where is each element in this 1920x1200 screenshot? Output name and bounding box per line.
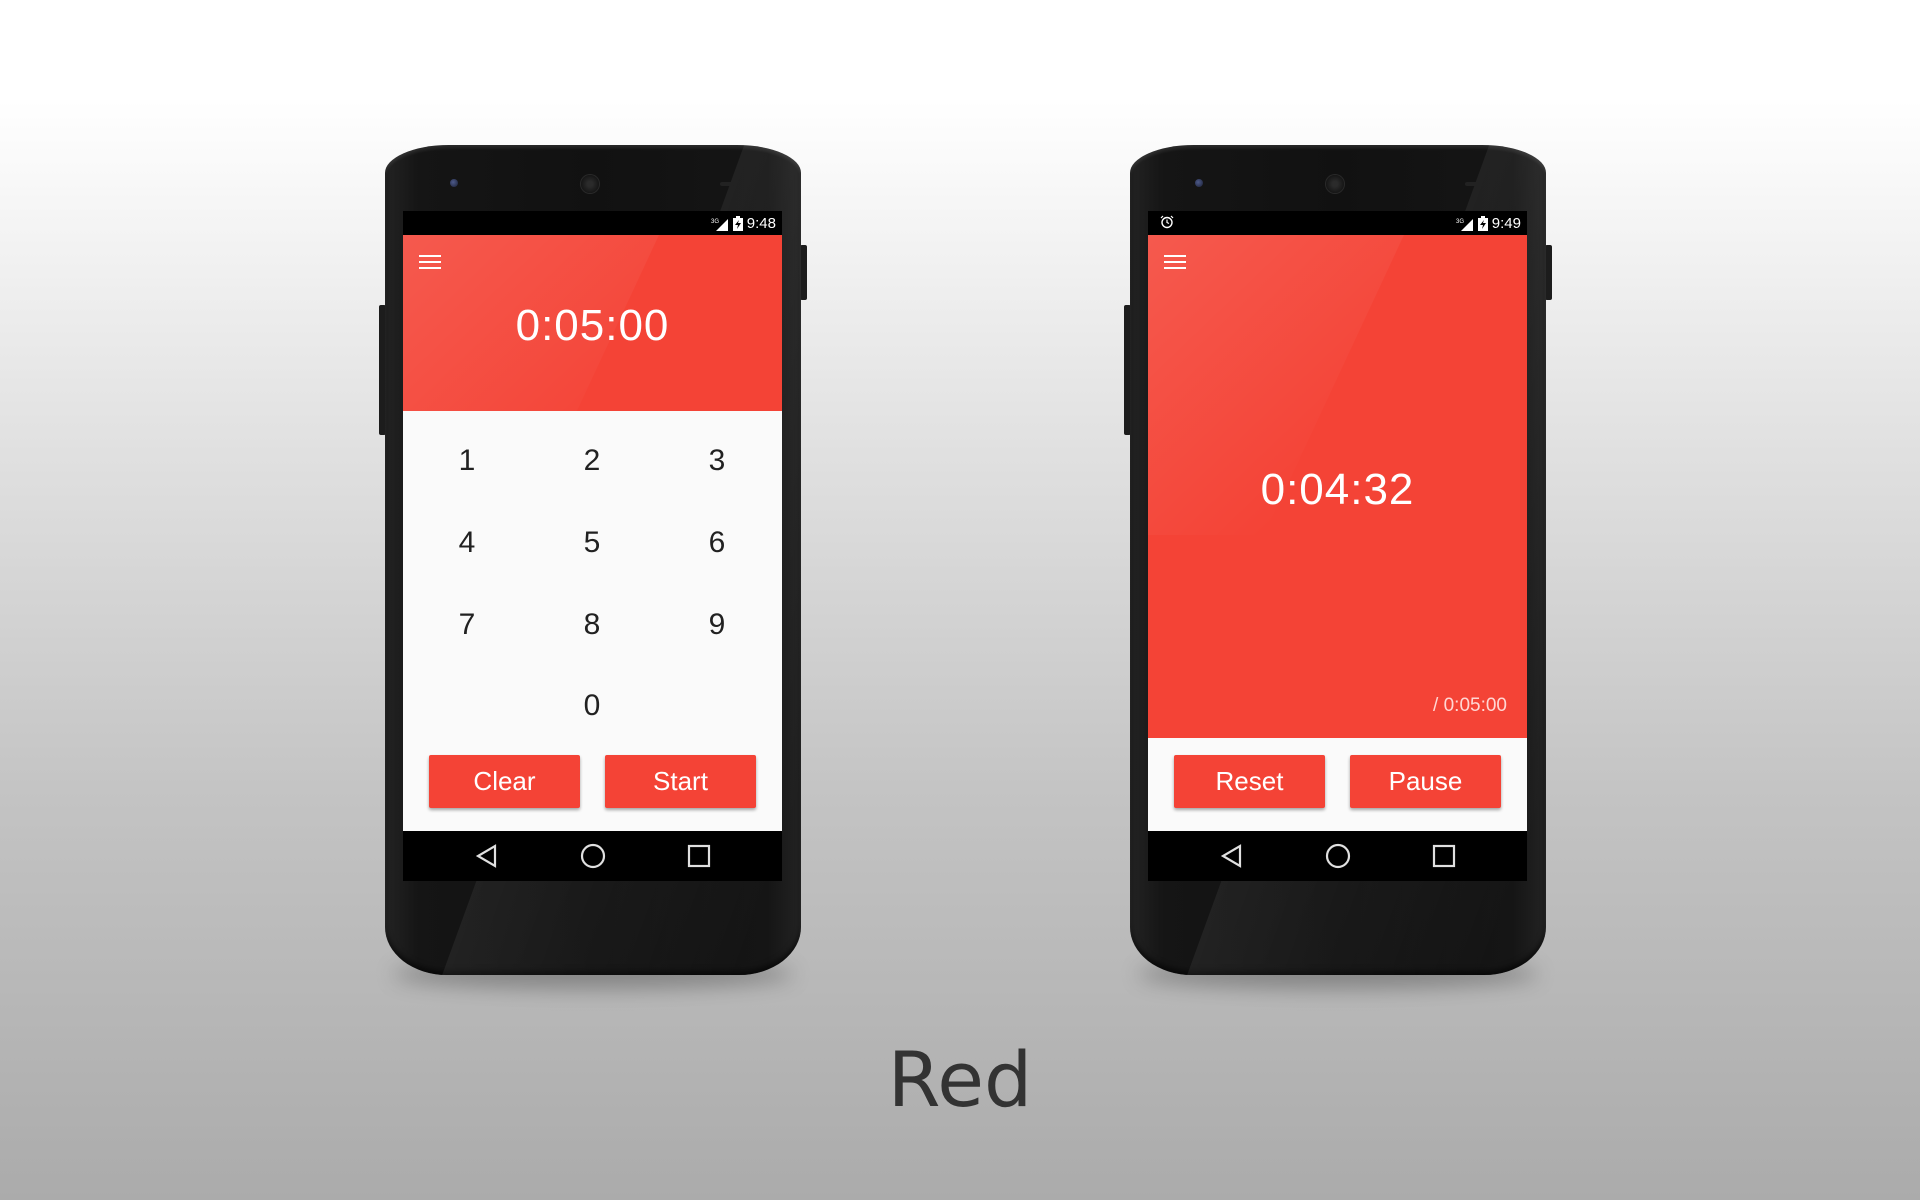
app-area: 0:04:32 / 0:05:00 Reset Pause <box>1148 235 1527 831</box>
svg-text:3G: 3G <box>1456 219 1464 225</box>
proximity-sensor-icon <box>720 182 734 186</box>
battery-charging-icon <box>1477 216 1488 231</box>
navigation-bar <box>1148 831 1527 881</box>
front-sensor-icon <box>1195 179 1203 187</box>
power-button <box>800 245 807 300</box>
key-2[interactable]: 2 <box>542 431 642 491</box>
recents-icon[interactable] <box>1430 843 1458 869</box>
key-5[interactable]: 5 <box>542 513 642 573</box>
home-icon[interactable] <box>1324 843 1352 869</box>
home-icon[interactable] <box>579 843 607 869</box>
back-icon[interactable] <box>1218 843 1246 869</box>
key-6[interactable]: 6 <box>667 513 767 573</box>
earpiece-speaker-icon <box>1326 175 1344 193</box>
key-9[interactable]: 9 <box>667 595 767 655</box>
hamburger-menu-icon[interactable] <box>419 253 441 271</box>
status-bar: 3G 9:48 <box>403 211 782 235</box>
key-8[interactable]: 8 <box>542 595 642 655</box>
total-time: / 0:05:00 <box>1433 695 1507 716</box>
hamburger-menu-icon[interactable] <box>1164 253 1186 271</box>
phone-timer-setup: 3G 9:48 0:05:00 1 2 3 4 5 6 7 8 9 0 Clea… <box>379 145 807 989</box>
earpiece-speaker-icon <box>581 175 599 193</box>
remaining-time: 0:04:32 <box>1260 465 1415 514</box>
pause-button[interactable]: Pause <box>1350 755 1501 808</box>
timer-running-panel: 0:04:32 / 0:05:00 <box>1148 235 1527 738</box>
status-bar: 3G 9:49 <box>1148 211 1527 235</box>
status-time: 9:48 <box>746 215 776 232</box>
app-area: 0:05:00 1 2 3 4 5 6 7 8 9 0 Clear Start <box>403 235 782 831</box>
timer-display: 0:05:00 <box>515 301 670 350</box>
recents-icon[interactable] <box>685 843 713 869</box>
timer-header: 0:05:00 <box>403 235 782 411</box>
start-button[interactable]: Start <box>605 755 756 808</box>
signal-3g-icon: 3G <box>1456 218 1473 231</box>
key-0[interactable]: 0 <box>542 676 642 736</box>
reset-button[interactable]: Reset <box>1174 755 1325 808</box>
key-4[interactable]: 4 <box>417 513 517 573</box>
signal-3g-icon: 3G <box>711 218 728 231</box>
key-7[interactable]: 7 <box>417 595 517 655</box>
key-3[interactable]: 3 <box>667 431 767 491</box>
phone-body: 3G 9:49 0:04:32 / 0:05:00 Reset Pause <box>1130 145 1546 975</box>
screen: 3G 9:48 0:05:00 1 2 3 4 5 6 7 8 9 0 Clea… <box>403 211 782 881</box>
key-1[interactable]: 1 <box>417 431 517 491</box>
back-icon[interactable] <box>473 843 501 869</box>
phone-timer-running: 3G 9:49 0:04:32 / 0:05:00 Reset Pause <box>1124 145 1552 989</box>
clear-button[interactable]: Clear <box>429 755 580 808</box>
power-button <box>1545 245 1552 300</box>
battery-charging-icon <box>732 216 743 231</box>
screen: 3G 9:49 0:04:32 / 0:05:00 Reset Pause <box>1148 211 1527 881</box>
proximity-sensor-icon <box>1465 182 1479 186</box>
phone-body: 3G 9:48 0:05:00 1 2 3 4 5 6 7 8 9 0 Clea… <box>385 145 801 975</box>
svg-text:3G: 3G <box>711 219 719 225</box>
navigation-bar <box>403 831 782 881</box>
alarm-icon <box>1160 215 1174 229</box>
status-time: 9:49 <box>1491 215 1521 232</box>
front-sensor-icon <box>450 179 458 187</box>
theme-caption: Red <box>887 1035 1033 1124</box>
